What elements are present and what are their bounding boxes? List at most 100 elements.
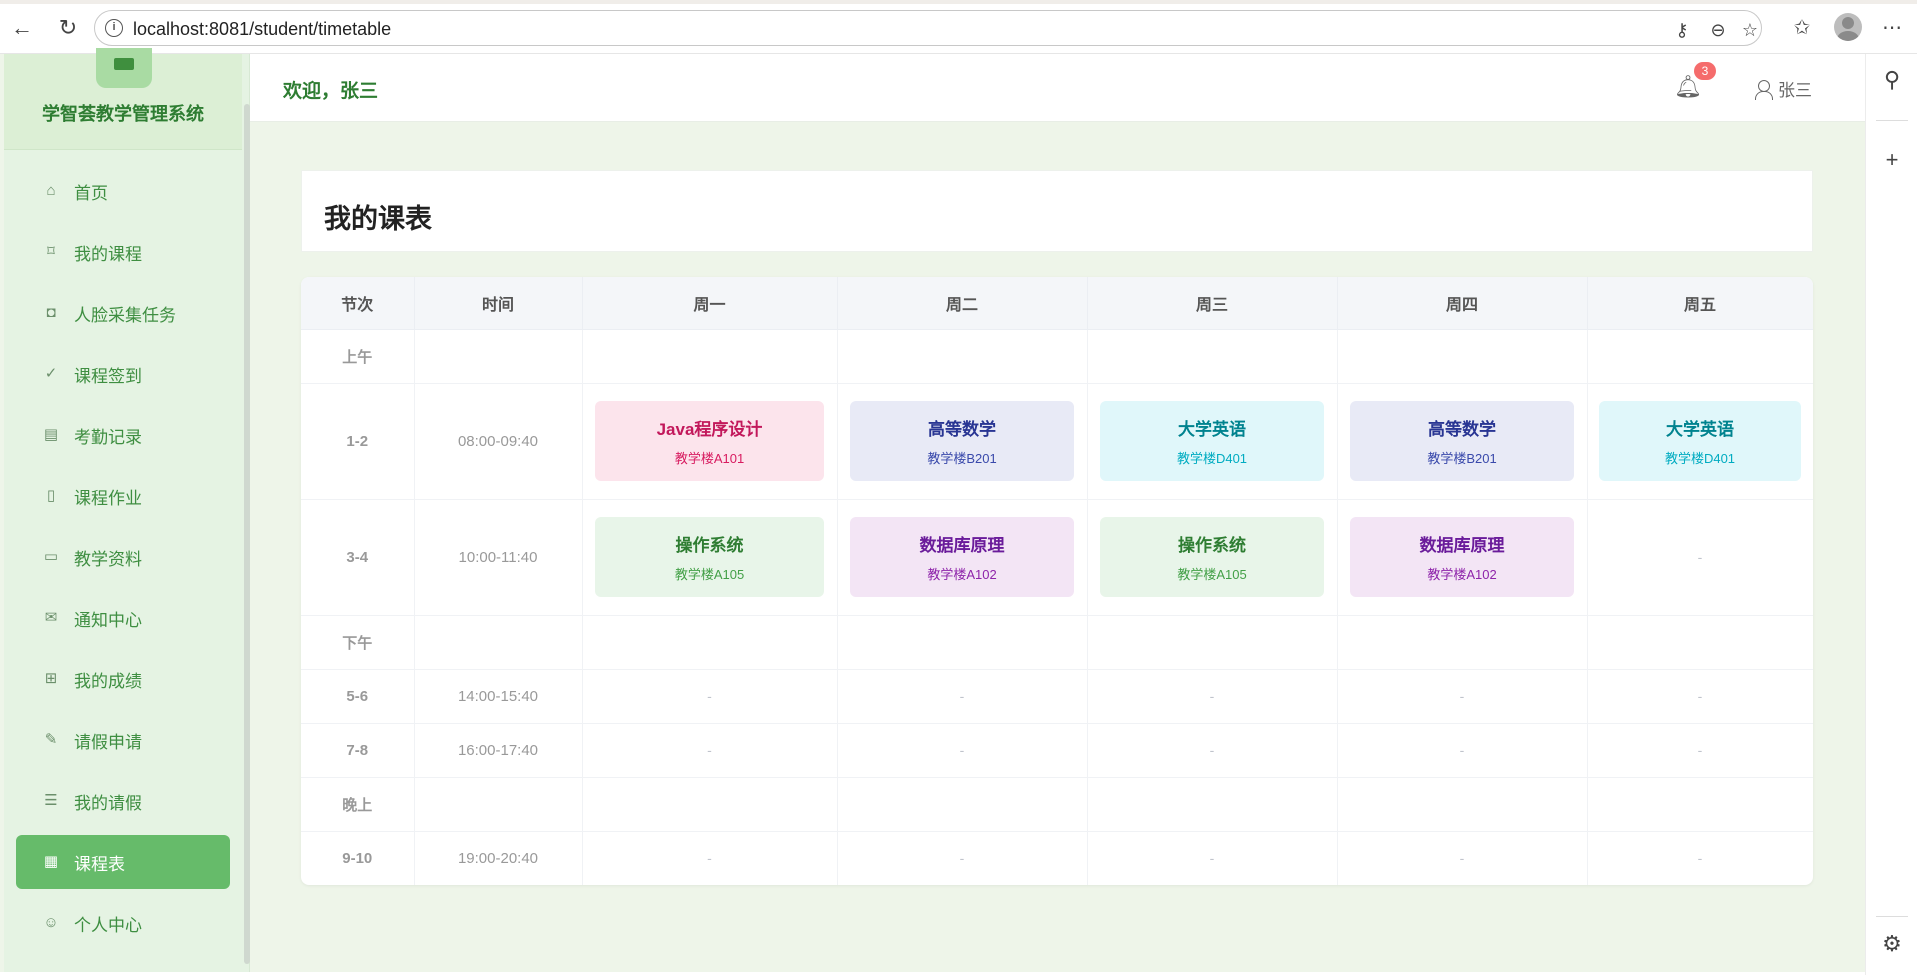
period-time: 19:00-20:40 [414,831,583,885]
course-name: 大学英语 [1666,420,1734,439]
zoom-out-icon[interactable]: ⊖ [1707,19,1729,41]
sidebar-item-my-courses[interactable]: ⌑ 我的课程 [16,225,230,279]
sidebar-item-my-leave[interactable]: ☰ 我的请假 [16,774,230,828]
course-card[interactable]: 数据库原理 教学楼A102 [849,517,1075,597]
sidebar-item-notifications[interactable]: ✉ 通知中心 [16,591,230,645]
course-name: 操作系统 [675,536,744,555]
browser-profile-avatar[interactable] [1834,13,1862,41]
key-icon[interactable]: ⚷ [1671,19,1693,41]
sidebar-item-face-capture[interactable]: ◘ 人脸采集任务 [16,286,230,340]
address-bar[interactable]: i localhost:8081/student/timetable ⚷ ⊖ ☆ [94,10,1762,46]
sidebar-item-check-in[interactable]: ✓ 课程签到 [16,347,230,401]
bookmark-icon: ⌑ [47,243,55,260]
course-card[interactable]: 高等数学 教学楼B201 [1349,401,1575,481]
column-header: 周四 [1337,277,1588,330]
empty-cell: - [959,849,965,866]
sidebar-item-timetable[interactable]: ▦ 课程表 [16,835,230,889]
home-icon: ⌂ [46,182,56,199]
empty-cell: - [1459,741,1465,758]
empty-cell: - [1209,849,1215,866]
period-label: 1-2 [301,383,415,500]
timetable: 节次 时间 周一 周二 周三 周四 周五 上午 1-2 08:00-09:40 [301,277,1813,885]
sidebar-item-leave-request[interactable]: ✎ 请假申请 [16,713,230,767]
sidebar-scrollbar[interactable] [244,104,250,964]
course-card[interactable]: 操作系统教学楼A105 [595,517,824,597]
notification-bell-icon[interactable]: 🔔︎ [1674,74,1702,100]
sidebar-item-grades[interactable]: ⊞ 我的成绩 [16,652,230,706]
course-name: Java程序设计 [656,420,763,439]
empty-cell: - [1697,687,1703,704]
site-info-icon[interactable]: i [105,19,123,37]
column-header: 节次 [301,277,415,330]
period-time: 10:00-11:40 [414,499,583,616]
empty-cell: - [707,849,712,866]
sidebar-item-profile[interactable]: ☺ 个人中心 [16,896,230,950]
course-card[interactable]: 大学英语 教学楼D401 [1598,401,1802,481]
course-name: 数据库原理 [1419,536,1505,555]
empty-cell: - [959,741,965,758]
segment-row-afternoon: 下午 [301,615,1813,670]
sidebar-item-label: 个人中心 [74,915,142,935]
favorite-star-icon[interactable]: ☆ [1739,19,1761,41]
segment-label: 下午 [301,615,415,670]
course-room: 教学楼B201 [927,451,997,466]
course-card[interactable]: 操作系统 教学楼A105 [1099,517,1325,597]
more-menu-icon[interactable]: ⋯ [1878,14,1906,42]
sidebar-item-label: 课程表 [74,854,125,874]
notebook-icon: ▤ [43,426,59,443]
browser-side-rail: ⚲ + ⚙ [1865,54,1917,975]
course-card[interactable]: Java程序设计 教学楼A101 [595,401,824,481]
user-menu[interactable]: 张三 [1754,76,1812,101]
tab-strip [0,0,1917,4]
sidebar-item-label: 教学资料 [74,549,142,569]
url-text[interactable]: localhost:8081/student/timetable [133,19,391,40]
sidebar-item-materials[interactable]: ▭ 教学资料 [16,530,230,584]
list-doc-icon: ☰ [44,792,58,809]
user-icon [1754,79,1773,100]
segment-row-evening: 晚上 [301,777,1813,832]
reload-icon[interactable]: ↻ [54,14,82,42]
sidebar-item-home[interactable]: ⌂ 首页 [16,164,230,218]
column-header: 时间 [414,277,583,330]
course-card[interactable]: 高等数学 教学楼B201 [849,401,1075,481]
sidebar-item-label: 课程签到 [74,366,142,386]
course-card[interactable]: 大学英语 教学楼D401 [1099,401,1325,481]
top-header: 欢迎，张三 🔔︎ 3 张三 [250,54,1865,122]
page-header-card: 我的课表 [301,170,1813,252]
favorites-icon[interactable]: ✩ [1788,14,1816,42]
user-name: 张三 [1778,81,1812,100]
column-header: 周三 [1087,277,1338,330]
course-room: 教学楼A102 [1427,567,1497,582]
back-arrow-icon[interactable]: ← [8,14,36,42]
sidebar-item-attendance[interactable]: ▤ 考勤记录 [16,408,230,462]
table-row: 7-8 16:00-17:40 - - - - - [301,723,1813,778]
period-label: 5-6 [301,669,415,724]
sidebar: 学智荟教学管理系统 ⌂ 首页 ⌑ 我的课程 ◘ 人脸采集任务 ✓ 课程签到 ▤ 考勤记录 … [4,48,250,972]
folder-icon: ▭ [43,548,59,565]
course-room: 教学楼A105 [674,567,745,582]
sidebar-item-label: 我的成绩 [74,671,142,691]
course-card[interactable]: 数据库原理教学楼A102 [1349,517,1575,597]
sidebar-item-label: 我的请假 [74,793,142,813]
brand-header: 学智荟教学管理系统 [4,48,242,150]
column-header: 周一 [582,277,838,330]
notification-badge: 3 [1694,62,1716,80]
browser-toolbar: ← ↻ i localhost:8081/student/timetable ⚷… [0,0,1917,54]
monitor-logo-icon [96,48,152,88]
add-icon[interactable]: + [1878,146,1906,174]
settings-gear-icon[interactable]: ⚙ [1878,930,1906,958]
table-header-row: 节次 时间 周一 周二 周三 周四 周五 [301,277,1813,330]
mail-icon: ✉ [44,609,58,626]
course-room: 教学楼A102 [927,567,997,582]
brand-title: 学智荟教学管理系统 [42,104,204,124]
empty-cell: - [707,687,712,704]
app-root: 学智荟教学管理系统 ⌂ 首页 ⌑ 我的课程 ◘ 人脸采集任务 ✓ 课程签到 ▤ 考勤记录 … [0,48,1865,972]
empty-cell: - [1209,687,1215,704]
sidebar-item-homework[interactable]: ▯ 课程作业 [16,469,230,523]
segment-label: 上午 [301,329,415,384]
empty-cell: - [1697,548,1703,565]
period-time: 14:00-15:40 [414,669,583,724]
search-icon[interactable]: ⚲ [1878,66,1906,94]
chart-board-icon: ⊞ [44,670,58,687]
camera-icon: ◘ [46,304,56,321]
